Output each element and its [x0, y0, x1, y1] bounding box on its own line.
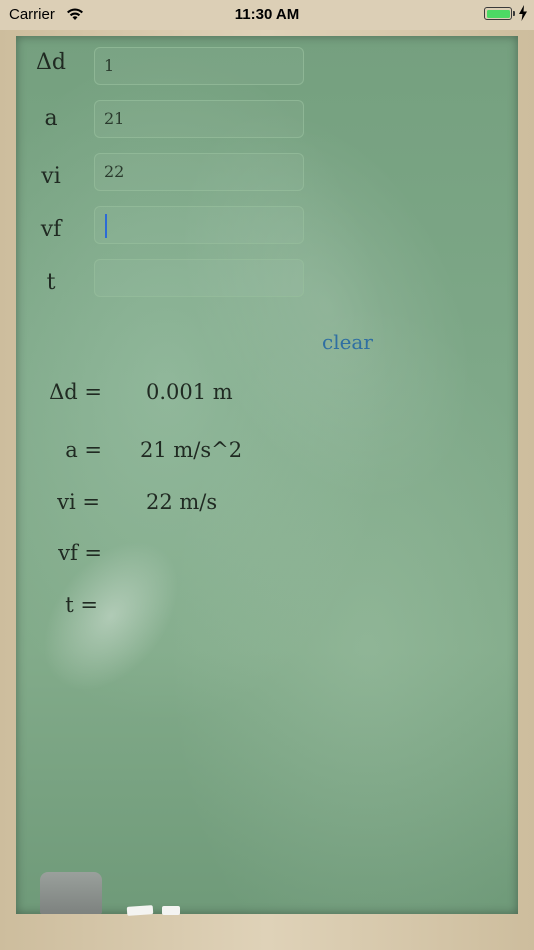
input-label-a: a	[44, 106, 58, 131]
result-label-vi: vi =	[57, 490, 100, 514]
text-cursor	[105, 213, 107, 238]
initial-velocity-field-value: 22	[104, 162, 125, 181]
result-label-vf: vf =	[58, 541, 102, 565]
input-label-vi: vi	[41, 164, 61, 189]
status-time: 11:30 AM	[234, 6, 300, 23]
chalk-piece-icon[interactable]	[126, 905, 154, 916]
battery-tip	[513, 11, 515, 16]
chalk-piece-icon[interactable]	[162, 906, 180, 915]
delta-d-field[interactable]: 1	[94, 47, 304, 85]
initial-velocity-field[interactable]: 22	[94, 153, 304, 191]
status-bar: Carrier 11:30 AM	[0, 0, 534, 30]
charging-bolt-icon	[519, 5, 527, 21]
input-label-t: t	[46, 270, 56, 295]
time-field[interactable]	[94, 259, 304, 297]
acceleration-field-value: 21	[104, 109, 125, 128]
result-label-t: t =	[65, 593, 98, 617]
result-value-vi: 22 m/s	[146, 490, 218, 514]
eraser-icon[interactable]	[40, 872, 102, 914]
result-label-a: a =	[65, 438, 102, 462]
battery-icon	[484, 7, 512, 20]
result-value-a: 21 m/s^2	[140, 438, 243, 462]
final-velocity-field[interactable]	[94, 206, 304, 244]
result-value-delta-d: 0.001 m	[146, 380, 233, 404]
acceleration-field[interactable]: 21	[94, 100, 304, 138]
clear-button[interactable]: clear	[322, 330, 373, 354]
result-label-delta-d: Δd =	[49, 380, 102, 404]
input-label-vf: vf	[40, 217, 62, 242]
input-label-delta-d: Δd	[36, 50, 66, 75]
